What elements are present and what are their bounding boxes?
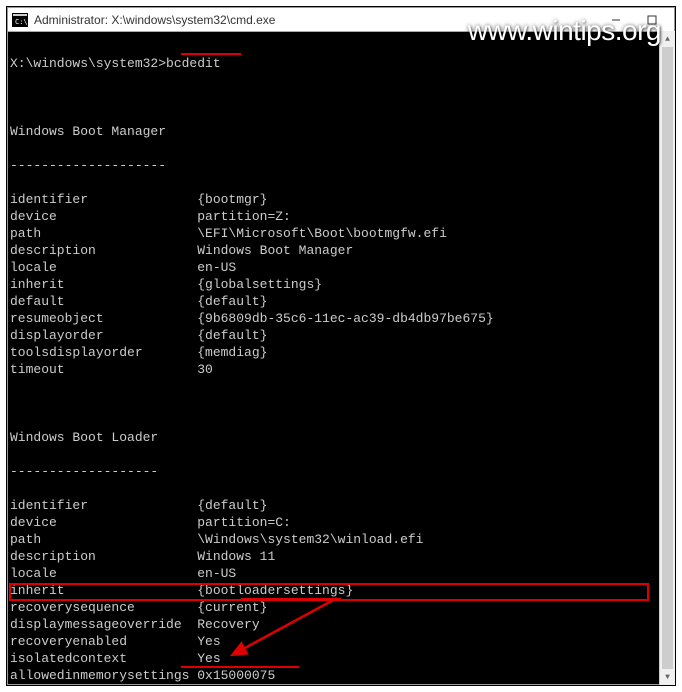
output-row: allowedinmemorysettings 0x15000075 <box>10 667 674 684</box>
output-row: isolatedcontext Yes <box>10 650 674 667</box>
scroll-up-button[interactable]: ▲ <box>660 31 675 47</box>
annotation-box <box>9 583 649 601</box>
watermark-text: www.wintips.org <box>468 15 661 47</box>
output-row: toolsdisplayorder {memdiag} <box>10 344 674 361</box>
output-row: description Windows Boot Manager <box>10 242 674 259</box>
scroll-track[interactable] <box>660 47 675 669</box>
scroll-thumb[interactable] <box>662 47 673 669</box>
cmd-icon: C:\ <box>12 13 28 27</box>
annotation-underline <box>181 53 241 55</box>
output-row: inherit {globalsettings} <box>10 276 674 293</box>
titlebar-title: Administrator: X:\windows\system32\cmd.e… <box>34 13 275 27</box>
section-header: Windows Boot Loader <box>10 429 674 446</box>
prompt-line: X:\windows\system32>bcdedit <box>10 55 674 72</box>
output-row: device partition=Z: <box>10 208 674 225</box>
vertical-scrollbar[interactable]: ▲ ▼ <box>659 31 675 685</box>
output-row: identifier {bootmgr} <box>10 191 674 208</box>
output-row: path \Windows\system32\winload.efi <box>10 531 674 548</box>
output-row: locale en-US <box>10 565 674 582</box>
output-row: description Windows 11 <box>10 548 674 565</box>
output-row: recoveryenabled Yes <box>10 633 674 650</box>
output-row: device partition=C: <box>10 514 674 531</box>
annotation-underline <box>181 666 299 668</box>
output-row: locale en-US <box>10 259 674 276</box>
output-row: displayorder {default} <box>10 327 674 344</box>
output-row: identifier {default} <box>10 497 674 514</box>
output-row: displaymessageoverride Recovery <box>10 616 674 633</box>
output-row: timeout 30 <box>10 361 674 378</box>
svg-text:C:\: C:\ <box>15 18 28 26</box>
output-row: default {default} <box>10 293 674 310</box>
output-row: resumeobject {9b6809db-35c6-11ec-ac39-db… <box>10 310 674 327</box>
output-row: path \EFI\Microsoft\Boot\bootmgfw.efi <box>10 225 674 242</box>
section-header: Windows Boot Manager <box>10 123 674 140</box>
output-row: recoverysequence {current} <box>10 599 674 616</box>
scroll-down-button[interactable]: ▼ <box>660 669 675 685</box>
